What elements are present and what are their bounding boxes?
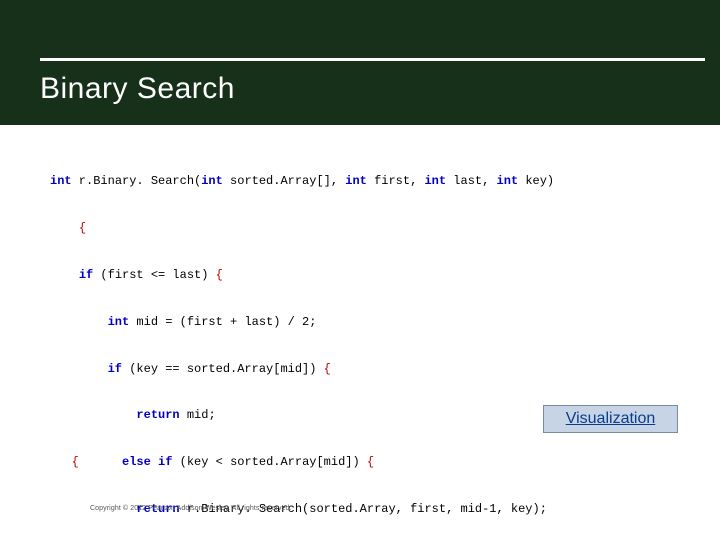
header-rule [40, 58, 705, 61]
kw-if: if [108, 362, 122, 376]
cond: (key == sorted.Array[mid]) [122, 362, 324, 376]
stmt: mid = (first + last) / 2; [129, 315, 316, 329]
code-line: int r.Binary. Search(int sorted.Array[],… [50, 170, 690, 193]
code-line: { [50, 217, 690, 240]
kw-int: int [50, 174, 72, 188]
kw-int: int [108, 315, 130, 329]
param: sorted.Array[], [223, 174, 345, 188]
kw-int: int [497, 174, 519, 188]
kw-if: if [79, 268, 93, 282]
code-line: { else if (key < sorted.Array[mid]) { [50, 451, 690, 474]
cond: (key < sorted.Array[mid]) [172, 455, 366, 469]
slide: Binary Search int r.Binary. Search(int s… [0, 0, 720, 540]
brace: { [72, 455, 79, 469]
brace: { [367, 455, 374, 469]
code-line: if (first <= last) { [50, 264, 690, 287]
kw-elseif: else if [122, 455, 172, 469]
code-line: if (key == sorted.Array[mid]) { [50, 358, 690, 381]
brace: { [324, 362, 331, 376]
kw-int: int [424, 174, 446, 188]
visualization-link[interactable]: Visualization [543, 405, 678, 433]
code-block: int r.Binary. Search(int sorted.Array[],… [50, 147, 690, 540]
content: int r.Binary. Search(int sorted.Array[],… [0, 125, 720, 540]
kw-int: int [345, 174, 367, 188]
op: <= [151, 268, 165, 282]
param: last, [446, 174, 496, 188]
fn-name: r.Binary. Search( [72, 174, 202, 188]
cond: (first [93, 268, 151, 282]
slide-title: Binary Search [40, 72, 235, 106]
kw-int: int [201, 174, 223, 188]
copyright: Copyright © 2012 Pearson Addison-Wesley.… [90, 505, 292, 512]
header: Binary Search [0, 0, 720, 125]
param: first, [367, 174, 425, 188]
brace: { [79, 221, 86, 235]
kw-return: return [136, 408, 179, 422]
param: key) [518, 174, 554, 188]
code-line: int mid = (first + last) / 2; [50, 311, 690, 334]
brace: { [216, 268, 223, 282]
stmt: mid; [180, 408, 216, 422]
cond: last) [165, 268, 215, 282]
